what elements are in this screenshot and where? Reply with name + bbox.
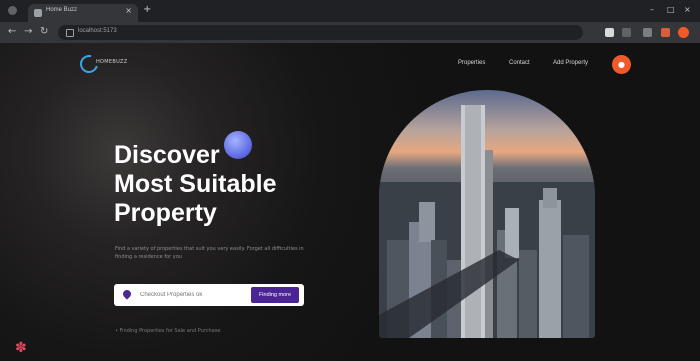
address-bar[interactable]: localhost:5173 bbox=[58, 25, 583, 40]
hero-image bbox=[379, 90, 595, 338]
site-logo[interactable]: HOMEBUZZ bbox=[76, 51, 130, 77]
hero-title-line: Discover bbox=[114, 141, 220, 169]
location-pin-icon bbox=[121, 288, 133, 300]
page-viewport: HOMEBUZZ Properties Contact Add Property… bbox=[0, 43, 700, 361]
tab-close-icon[interactable]: × bbox=[125, 6, 132, 15]
tab-title: Home Buzz bbox=[46, 7, 78, 13]
lock-icon bbox=[66, 29, 74, 37]
hero-title-line: Property bbox=[114, 199, 217, 227]
window-menu-icon[interactable] bbox=[8, 6, 17, 15]
city-skyline-illustration bbox=[379, 105, 595, 338]
search-input[interactable] bbox=[140, 289, 250, 301]
hero-description: Find a variety of properties that suit y… bbox=[115, 246, 304, 260]
flower-icon[interactable]: ✽ bbox=[15, 341, 27, 355]
forward-button[interactable]: → bbox=[24, 26, 32, 38]
user-icon[interactable]: ● bbox=[612, 55, 631, 74]
browser-tab-bar: Home Buzz × + – □ × bbox=[0, 0, 700, 22]
search-bar: Finding more bbox=[114, 284, 304, 306]
reload-button[interactable]: ↻ bbox=[40, 26, 48, 38]
address-url[interactable]: localhost:5173 bbox=[78, 28, 117, 34]
browser-toolbar: ← → ↻ localhost:5173 bbox=[0, 22, 700, 43]
hero-title: Discover Most Suitable Property bbox=[114, 141, 374, 228]
nav-link-contact[interactable]: Contact bbox=[509, 60, 530, 66]
profile-avatar[interactable] bbox=[678, 27, 689, 38]
back-button[interactable]: ← bbox=[8, 26, 16, 38]
hero-footnote: • Finding Properties for Sale and Purcha… bbox=[115, 328, 221, 334]
logo-text: HOMEBUZZ bbox=[96, 59, 128, 65]
minimize-button[interactable]: – bbox=[650, 5, 654, 15]
hero-title-line: Most Suitable bbox=[114, 170, 277, 198]
close-window-button[interactable]: × bbox=[684, 5, 691, 15]
search-button[interactable]: Finding more bbox=[251, 287, 299, 303]
extension-icon[interactable] bbox=[661, 28, 670, 37]
tab-favicon-icon bbox=[34, 9, 42, 17]
nav-link-properties[interactable]: Properties bbox=[458, 60, 485, 66]
browser-tab[interactable]: Home Buzz × bbox=[28, 4, 138, 22]
extension-icon[interactable] bbox=[622, 28, 631, 37]
extension-icon[interactable] bbox=[643, 28, 652, 37]
maximize-button[interactable]: □ bbox=[667, 5, 675, 15]
extension-icon[interactable] bbox=[605, 28, 614, 37]
new-tab-button[interactable]: + bbox=[143, 4, 151, 16]
nav-link-add-property[interactable]: Add Property bbox=[553, 60, 588, 66]
